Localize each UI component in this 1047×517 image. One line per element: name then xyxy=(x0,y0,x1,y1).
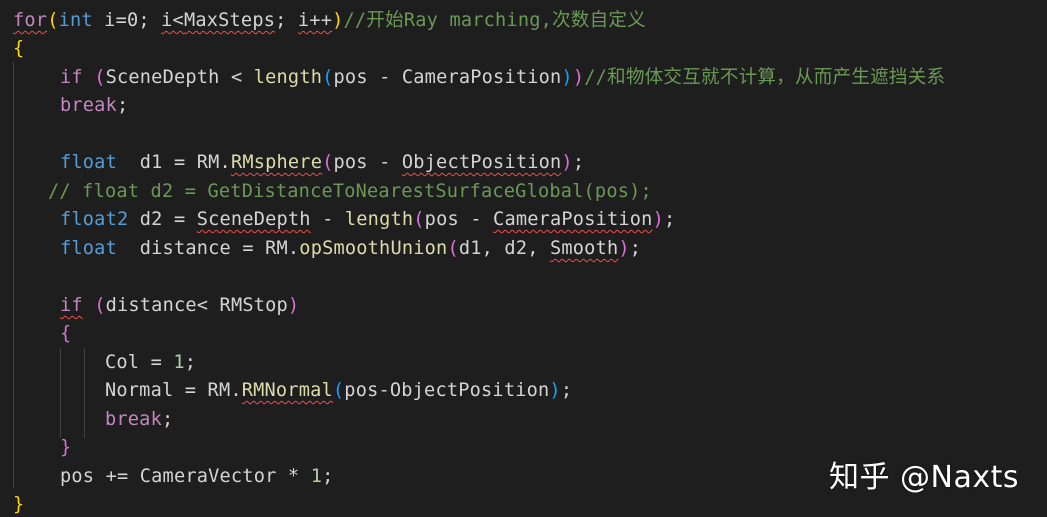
paren: ( xyxy=(94,67,106,88)
assignment: pos += CameraVector * xyxy=(60,466,311,487)
arguments: pos-ObjectPosition xyxy=(344,380,550,401)
code-line-18[interactable]: } xyxy=(13,491,24,517)
assignment: Col = xyxy=(105,352,174,373)
code-line-15[interactable]: break; xyxy=(105,406,173,435)
loop-increment: i++ xyxy=(297,10,333,31)
paren: ( xyxy=(322,67,334,88)
operator: - xyxy=(310,209,345,230)
int-keyword: int xyxy=(58,10,93,31)
loop-init: i=0; xyxy=(92,10,162,31)
code-line-12[interactable]: { xyxy=(60,320,71,349)
code-line-11[interactable]: if (distance< RMStop) xyxy=(60,292,299,321)
if-keyword: if xyxy=(60,295,83,316)
watermark: 知乎 @Naxts xyxy=(828,460,1019,495)
assignment: d2 = xyxy=(128,209,197,230)
semicolon: ; xyxy=(629,238,642,259)
object-position-identifier: ObjectPosition xyxy=(401,152,562,173)
comment: // float d2 = GetDistanceToNearestSurfac… xyxy=(48,181,652,202)
length-function: length xyxy=(344,209,414,230)
paren: ) xyxy=(287,295,300,316)
arguments: pos - xyxy=(333,152,402,173)
code-line-6[interactable]: float d1 = RM.RMsphere(pos - ObjectPosit… xyxy=(60,149,584,178)
semicolon: ; xyxy=(116,95,129,116)
break-keyword: break xyxy=(105,409,162,430)
camera-position-identifier: CameraPosition xyxy=(493,209,653,230)
indent-guide-outer xyxy=(13,62,14,488)
brace: } xyxy=(60,437,72,458)
assignment: distance = RM. xyxy=(116,238,300,259)
code-line-16[interactable]: } xyxy=(60,434,71,463)
rmnormal-function: RMNormal xyxy=(241,380,333,401)
float-keyword: float xyxy=(60,238,117,259)
code-line-9[interactable]: float distance = RM.opSmoothUnion(d1, d2… xyxy=(60,235,641,264)
code-line-4[interactable]: break; xyxy=(60,92,128,121)
length-function: length xyxy=(253,67,323,88)
scene-depth-identifier: SceneDepth xyxy=(196,209,311,230)
indent-guide-if-block xyxy=(60,348,61,438)
brace: { xyxy=(60,323,72,344)
assignment: d1 = RM. xyxy=(116,152,231,173)
paren: ( xyxy=(332,380,345,401)
loop-cond-var: i< xyxy=(161,10,184,31)
condition: distance< RMStop xyxy=(105,295,288,316)
if-keyword: if xyxy=(60,67,83,88)
semicolon: ; xyxy=(184,352,197,373)
code-line-13[interactable]: Col = 1; xyxy=(105,349,196,378)
code-line-3[interactable]: if (SceneDepth < length(pos - CameraPosi… xyxy=(60,64,945,93)
float-keyword: float xyxy=(60,152,117,173)
number-literal: 1 xyxy=(173,352,185,373)
semicolon: ; xyxy=(560,380,573,401)
smooth-identifier: Smooth xyxy=(550,238,619,259)
condition: SceneDepth < xyxy=(105,67,254,88)
paren: ) xyxy=(549,380,561,401)
comment: //开始Ray marching,次数自定义 xyxy=(343,10,646,31)
paren: ) xyxy=(561,152,573,173)
paren: ) xyxy=(572,67,585,88)
code-line-7[interactable]: // float d2 = GetDistanceToNearestSurfac… xyxy=(48,178,652,207)
arguments: pos - CameraPosition xyxy=(333,67,562,88)
arguments: pos - xyxy=(424,209,494,230)
paren: ) xyxy=(652,209,664,230)
number-literal: 1 xyxy=(310,466,323,487)
code-editor[interactable]: for(int i=0; i<MaxSteps; i++)//开始Ray mar… xyxy=(0,0,1047,517)
break-keyword: break xyxy=(60,95,117,116)
indent-guide-if-block-inner xyxy=(84,348,85,438)
code-line-14[interactable]: Normal = RM.RMNormal(pos-ObjectPosition)… xyxy=(105,377,572,406)
semicolon: ; xyxy=(572,152,585,173)
semicolon: ; xyxy=(663,209,676,230)
code-line-8[interactable]: float2 d2 = SceneDepth - length(pos - Ca… xyxy=(60,206,675,235)
brace: { xyxy=(13,38,25,59)
brace: } xyxy=(13,494,25,515)
paren: ( xyxy=(447,238,459,259)
maxsteps-identifier: MaxSteps xyxy=(183,10,276,31)
op-smooth-union-function: opSmoothUnion xyxy=(299,238,448,259)
rmsphere-function: RMsphere xyxy=(230,152,323,173)
code-line-1[interactable]: for(int i=0; i<MaxSteps; i++)//开始Ray mar… xyxy=(13,7,646,36)
paren: ( xyxy=(322,152,334,173)
semicolon: ; xyxy=(161,409,174,430)
float2-keyword: float2 xyxy=(60,209,129,230)
paren: ) xyxy=(332,10,344,31)
code-line-17[interactable]: pos += CameraVector * 1; xyxy=(60,463,334,492)
loop-sep: ; xyxy=(275,10,298,31)
paren: ( xyxy=(47,10,59,31)
assignment: Normal = RM. xyxy=(105,380,242,401)
comment: //和物体交互就不计算，从而产生遮挡关系 xyxy=(584,67,946,88)
paren: ( xyxy=(413,209,425,230)
paren: ) xyxy=(561,67,573,88)
paren: ) xyxy=(618,238,630,259)
semicolon: ; xyxy=(322,466,334,487)
paren: ( xyxy=(94,295,106,316)
arguments: d1, d2, xyxy=(458,238,550,259)
code-line-2[interactable]: { xyxy=(13,35,24,64)
for-keyword: for xyxy=(13,10,48,31)
